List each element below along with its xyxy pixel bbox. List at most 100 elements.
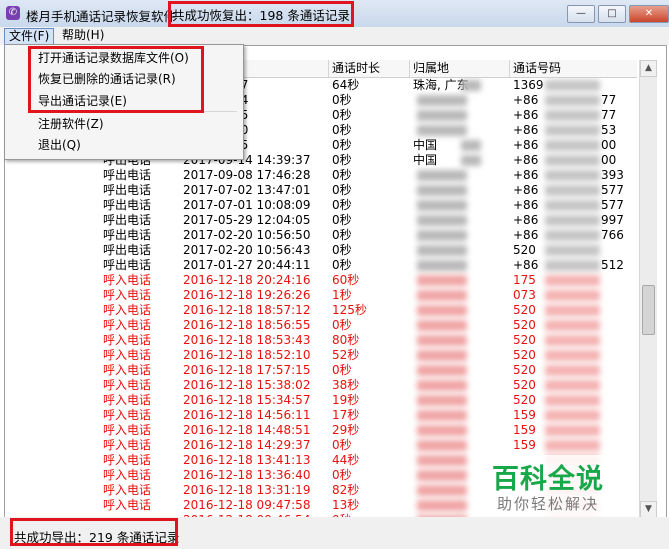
- call-time-cell: 2017-02-20 10:56:43: [183, 243, 311, 257]
- call-time-cell: 2016-12-18 13:41:13: [183, 453, 311, 467]
- call-type-cell: 呼出电话: [103, 228, 152, 242]
- redacted-number-mask: [545, 425, 600, 436]
- menu-help[interactable]: 帮助(H): [58, 28, 108, 43]
- redacted-location-mask: [417, 440, 467, 451]
- call-number-tail-cell: 577: [601, 198, 624, 212]
- call-duration-cell: 19秒: [332, 393, 360, 407]
- table-row[interactable]: 呼入电话 2016-12-18 18:57:12 125秒 520: [5, 303, 637, 318]
- menu-file[interactable]: 文件(F): [4, 28, 55, 45]
- redacted-location-mask: [417, 95, 467, 106]
- call-time-cell: 2016-12-18 18:52:10: [183, 348, 311, 362]
- call-time-cell: 2017-09-08 17:46:28: [183, 168, 311, 182]
- close-button[interactable]: ✕: [629, 5, 669, 23]
- highlight-box-title-status: [168, 1, 354, 27]
- call-duration-cell: 38秒: [332, 378, 360, 392]
- call-time-cell: 2017-07-01 10:08:09: [183, 198, 311, 212]
- redacted-location-mask: [417, 305, 467, 316]
- table-row[interactable]: 呼出电话 2017-05-29 12:04:05 0秒 +86 997: [5, 213, 637, 228]
- redacted-number-mask: [545, 365, 600, 376]
- call-type-cell: 呼入电话: [103, 438, 152, 452]
- column-header-duration[interactable]: 通话时长: [328, 60, 410, 77]
- table-row[interactable]: 呼出电话 2017-01-27 20:44:11 0秒 +86 512: [5, 258, 637, 273]
- redacted-location-mask: [417, 335, 467, 346]
- table-row[interactable]: 呼出电话 2017-07-01 10:08:09 0秒 +86 577: [5, 198, 637, 213]
- call-type-cell: 呼入电话: [103, 393, 152, 407]
- table-row[interactable]: 呼入电话 2016-12-18 15:38:02 38秒 520: [5, 378, 637, 393]
- call-time-cell: 2016-12-18 15:38:02: [183, 378, 311, 392]
- redacted-location-mask: [417, 290, 467, 301]
- window-title: 楼月手机通话记录恢复软件: [26, 9, 177, 24]
- call-type-cell: 呼入电话: [103, 453, 152, 467]
- redacted-location-mask: [417, 170, 467, 181]
- call-time-cell: 2016-12-18 14:29:37: [183, 438, 311, 452]
- table-row[interactable]: 呼入电话 2016-12-18 19:26:26 1秒 073: [5, 288, 637, 303]
- call-duration-cell: 0秒: [332, 213, 352, 227]
- call-type-cell: 呼入电话: [103, 333, 152, 347]
- redacted-number-mask: [545, 95, 600, 106]
- table-row[interactable]: 呼入电话 2016-12-18 14:29:37 0秒 159: [5, 438, 637, 453]
- menu-item-exit[interactable]: 退出(Q): [38, 136, 81, 154]
- call-time-cell: 2017-07-02 13:47:01: [183, 183, 311, 197]
- highlight-box-status: [10, 518, 178, 546]
- redacted-number-mask: [545, 140, 600, 151]
- table-row[interactable]: 呼入电话 2016-12-18 14:48:51 29秒 159: [5, 423, 637, 438]
- call-type-cell: 呼入电话: [103, 483, 152, 497]
- redacted-number-mask: [545, 335, 600, 346]
- table-row[interactable]: 呼入电话 2016-12-18 14:56:11 17秒 159: [5, 408, 637, 423]
- table-row[interactable]: 呼入电话 2016-12-18 18:52:10 52秒 520: [5, 348, 637, 363]
- call-duration-cell: 0秒: [332, 153, 352, 167]
- table-row[interactable]: 呼出电话 2017-02-20 10:56:43 0秒 520: [5, 243, 637, 258]
- redacted-number-mask: [545, 395, 600, 406]
- minimize-button[interactable]: —: [567, 5, 595, 23]
- redacted-location-mask: [461, 140, 481, 151]
- call-type-cell: 呼入电话: [103, 498, 152, 512]
- column-header-number[interactable]: 通话号码: [509, 60, 635, 77]
- call-time-cell: 2016-12-18 14:48:51: [183, 423, 311, 437]
- redacted-number-mask: [545, 260, 600, 271]
- call-type-cell: 呼出电话: [103, 258, 152, 272]
- redacted-location-mask: [417, 200, 467, 211]
- table-row[interactable]: 呼入电话 2016-12-18 15:34:57 19秒 520: [5, 393, 637, 408]
- table-row[interactable]: 呼出电话 2017-02-20 10:56:50 0秒 +86 766: [5, 228, 637, 243]
- column-header-location[interactable]: 归属地: [409, 60, 510, 77]
- call-duration-cell: 0秒: [332, 318, 352, 332]
- call-duration-cell: 29秒: [332, 423, 360, 437]
- call-duration-cell: 0秒: [332, 228, 352, 242]
- call-duration-cell: 17秒: [332, 408, 360, 422]
- call-number-tail-cell: 77: [601, 108, 617, 122]
- call-time-cell: 2016-12-18 15:34:57: [183, 393, 311, 407]
- redacted-location-mask: [417, 125, 467, 136]
- table-row[interactable]: 呼入电话 2016-12-18 18:53:43 80秒 520: [5, 333, 637, 348]
- redacted-number-mask: [545, 110, 600, 121]
- scroll-thumb[interactable]: [642, 285, 655, 335]
- call-type-cell: 呼出电话: [103, 198, 152, 212]
- call-duration-cell: 0秒: [332, 138, 352, 152]
- table-row[interactable]: 呼出电话 2017-09-08 17:46:28 0秒 +86 393: [5, 168, 637, 183]
- redacted-location-mask: [417, 350, 467, 361]
- redacted-location-mask: [417, 230, 467, 241]
- scroll-down-icon[interactable]: ▼: [640, 501, 657, 518]
- table-row[interactable]: 呼入电话 2016-12-18 20:24:16 60秒 175: [5, 273, 637, 288]
- table-row[interactable]: 呼入电话 2016-12-18 17:57:15 0秒 520: [5, 363, 637, 378]
- call-duration-cell: 1秒: [332, 288, 352, 302]
- redacted-location-mask: [417, 320, 467, 331]
- redacted-location-mask: [417, 500, 467, 511]
- call-duration-cell: 0秒: [332, 93, 352, 107]
- call-duration-cell: 82秒: [332, 483, 360, 497]
- redacted-location-mask: [417, 185, 467, 196]
- call-type-cell: 呼出电话: [103, 183, 152, 197]
- menu-bar: 文件(F) 帮助(H): [0, 27, 669, 45]
- scroll-up-icon[interactable]: ▲: [640, 60, 657, 77]
- call-type-cell: 呼出电话: [103, 168, 152, 182]
- table-row[interactable]: 呼出电话 2017-07-02 13:47:01 0秒 +86 577: [5, 183, 637, 198]
- maximize-button[interactable]: □: [598, 5, 626, 23]
- menu-item-register[interactable]: 注册软件(Z): [38, 115, 104, 133]
- redacted-location-mask: [461, 80, 481, 91]
- redacted-location-mask: [417, 410, 467, 421]
- call-duration-cell: 0秒: [332, 108, 352, 122]
- vertical-scrollbar[interactable]: ▲ ▼: [639, 60, 657, 518]
- table-row[interactable]: 呼入电话 2016-12-18 18:56:55 0秒 520: [5, 318, 637, 333]
- call-type-cell: 呼入电话: [103, 423, 152, 437]
- redacted-location-mask: [417, 110, 467, 121]
- call-number-tail-cell: 512: [601, 258, 624, 272]
